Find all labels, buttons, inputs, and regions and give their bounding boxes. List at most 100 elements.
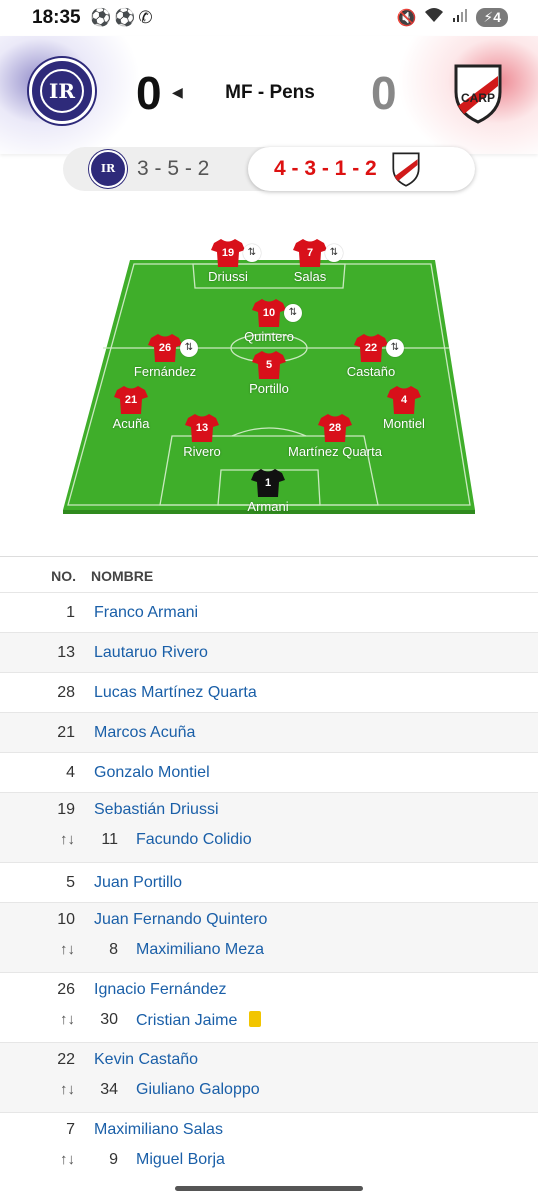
- mute-icon: 🔇: [396, 9, 417, 27]
- player-name: Salas: [293, 269, 327, 284]
- jersey-icon: 7 ⇅: [293, 238, 343, 268]
- player-name-link[interactable]: Marcos Acuña: [94, 724, 195, 742]
- home-crest-text: IR: [49, 79, 75, 103]
- home-formation-tab[interactable]: IR 3 - 5 - 2: [63, 147, 249, 191]
- away-formation-tab[interactable]: 4 - 3 - 1 - 2: [248, 147, 475, 191]
- jersey-number: 21: [124, 394, 138, 406]
- table-row: 5 Juan Portillo: [0, 862, 538, 902]
- sub-player-name-link[interactable]: Giuliano Galoppo: [136, 1081, 260, 1099]
- jersey-number: 22: [364, 342, 378, 354]
- pitch-player[interactable]: 22 ⇅ Castaño: [311, 333, 431, 379]
- player-number: 10: [57, 911, 75, 928]
- table-header: NO. NOMBRE: [0, 556, 538, 592]
- player-name: Rivero: [183, 444, 221, 459]
- player-name-link[interactable]: Juan Fernando Quintero: [94, 911, 267, 929]
- substitution-icon: ↑↓: [60, 1081, 75, 1098]
- sub-player-name-link[interactable]: Facundo Colidio: [136, 831, 252, 849]
- substitution-icon: ⇅: [325, 244, 343, 262]
- formation-toggle: IR 3 - 5 - 2 4 - 3 - 1 - 2: [63, 147, 475, 191]
- player-number: 21: [57, 724, 75, 741]
- player-name: Martínez Quarta: [288, 444, 382, 459]
- player-name-link[interactable]: Juan Portillo: [94, 874, 182, 892]
- player-name-link[interactable]: Kevin Castaño: [94, 1051, 198, 1069]
- table-row: 22 Kevin Castaño ↑↓ 34 Giuliano Galoppo: [0, 1042, 538, 1112]
- jersey-number: 1: [264, 477, 272, 489]
- pitch-player[interactable]: 26 ⇅ Fernández: [105, 333, 225, 379]
- player-name-link[interactable]: Lautaruo Rivero: [94, 644, 208, 662]
- pitch-player[interactable]: 13 Rivero: [142, 413, 262, 459]
- substitution-icon: ↑↓: [60, 1151, 75, 1168]
- table-row: 21 Marcos Acuña: [0, 712, 538, 752]
- jersey-number: 26: [158, 342, 172, 354]
- table-row: 26 Ignacio Fernández ↑↓ 30 Cristian Jaime: [0, 972, 538, 1042]
- substitution-icon: ⇅: [284, 304, 302, 322]
- pitch-player[interactable]: 1 Armani: [208, 468, 328, 514]
- player-name-link[interactable]: Franco Armani: [94, 604, 198, 622]
- match-status: MF - Pens: [225, 82, 315, 103]
- substitution-icon: ⇅: [180, 339, 198, 357]
- battery-icon: ⚡4: [476, 8, 508, 27]
- pitch-player[interactable]: 7 ⇅ Salas: [250, 238, 370, 284]
- jersey-icon: 26 ⇅: [148, 333, 198, 363]
- pitch-player[interactable]: 28 Martínez Quarta: [275, 413, 395, 459]
- sub-player-number: 9: [109, 1151, 118, 1168]
- jersey-icon: 21: [114, 385, 148, 415]
- jersey-icon: 1: [251, 468, 285, 498]
- player-number: 1: [66, 604, 75, 621]
- player-name-link[interactable]: Ignacio Fernández: [94, 981, 227, 999]
- gesture-bar[interactable]: [175, 1186, 363, 1191]
- sub-player-number: 30: [100, 1011, 118, 1028]
- column-header-name: NOMBRE: [91, 568, 154, 584]
- player-name-link[interactable]: Gonzalo Montiel: [94, 764, 210, 782]
- jersey-number: 4: [400, 394, 408, 406]
- player-name-link[interactable]: Lucas Martínez Quarta: [94, 684, 257, 702]
- sub-player-name: Miguel Borja: [136, 1151, 225, 1168]
- status-bar: 18:35 ⚽⚽✆ 🔇 ⚡4: [0, 0, 538, 36]
- jersey-number: 5: [265, 359, 273, 371]
- score-header: IR 0 ◀ MF - Pens 0 CARP: [0, 36, 538, 154]
- jersey-icon: 4: [387, 385, 421, 415]
- system-icons: 🔇 ⚡4: [396, 7, 508, 28]
- table-row: 19 Sebastián Driussi ↑↓ 11 Facundo Colidio: [0, 792, 538, 862]
- sub-player-name-link[interactable]: Miguel Borja: [136, 1151, 225, 1169]
- battery-level: 4: [493, 9, 501, 25]
- player-name: Fernández: [133, 364, 197, 379]
- jersey-icon: 19 ⇅: [211, 238, 261, 268]
- player-name: Armani: [247, 499, 289, 514]
- jersey-icon: 10 ⇅: [252, 298, 302, 328]
- away-score: 0: [371, 67, 397, 119]
- lineup-table: NO. NOMBRE 1 Franco Armani 13 Lautaruo Rive…: [0, 556, 538, 1182]
- player-name-link[interactable]: Sebastián Driussi: [94, 801, 219, 819]
- substitution-icon: ↑↓: [60, 1011, 75, 1028]
- table-row: 28 Lucas Martínez Quarta: [0, 672, 538, 712]
- column-header-number: NO.: [51, 568, 76, 584]
- player-number: 13: [57, 644, 75, 661]
- jersey-icon: 22 ⇅: [354, 333, 404, 363]
- lineup-pitch: 19 ⇅ Driussi 7 ⇅ Salas 10 ⇅ Quintero 26 ⇅ Fernández…: [0, 200, 538, 540]
- signal-icon: [452, 7, 468, 28]
- sub-player-number: 11: [101, 831, 118, 848]
- sub-player-name-link[interactable]: Maximiliano Meza: [136, 941, 264, 959]
- jersey-number: 13: [195, 422, 209, 434]
- table-body: 1 Franco Armani 13 Lautaruo Rivero 28 Lucas M…: [0, 592, 538, 1182]
- home-formation: 3 - 5 - 2: [137, 157, 210, 180]
- player-name-link[interactable]: Maximiliano Salas: [94, 1121, 223, 1139]
- table-row: 7 Maximiliano Salas ↑↓ 9 Miguel Borja: [0, 1112, 538, 1182]
- sub-player-name: Maximiliano Meza: [136, 941, 265, 958]
- home-score: 0: [136, 67, 162, 119]
- jersey-icon: 5: [252, 350, 286, 380]
- sub-player-name-link[interactable]: Cristian Jaime: [136, 1011, 262, 1030]
- jersey-number: 28: [328, 422, 342, 434]
- away-team-crest[interactable]: CARP: [452, 62, 504, 124]
- jersey-icon: 28: [318, 413, 352, 443]
- penalty-indicator-icon: ◀: [172, 84, 183, 100]
- table-row: 10 Juan Fernando Quintero ↑↓ 8 Maximiliano M…: [0, 902, 538, 972]
- jersey-number: 19: [221, 247, 235, 259]
- substitution-icon: ↑↓: [60, 941, 75, 958]
- player-number: 5: [66, 874, 75, 891]
- substitution-icon: ↑↓: [60, 831, 75, 848]
- away-crest-text: CARP: [461, 91, 495, 105]
- sub-player-number: 8: [109, 941, 118, 958]
- jersey-number: 10: [262, 307, 276, 319]
- home-team-crest[interactable]: IR: [29, 58, 95, 124]
